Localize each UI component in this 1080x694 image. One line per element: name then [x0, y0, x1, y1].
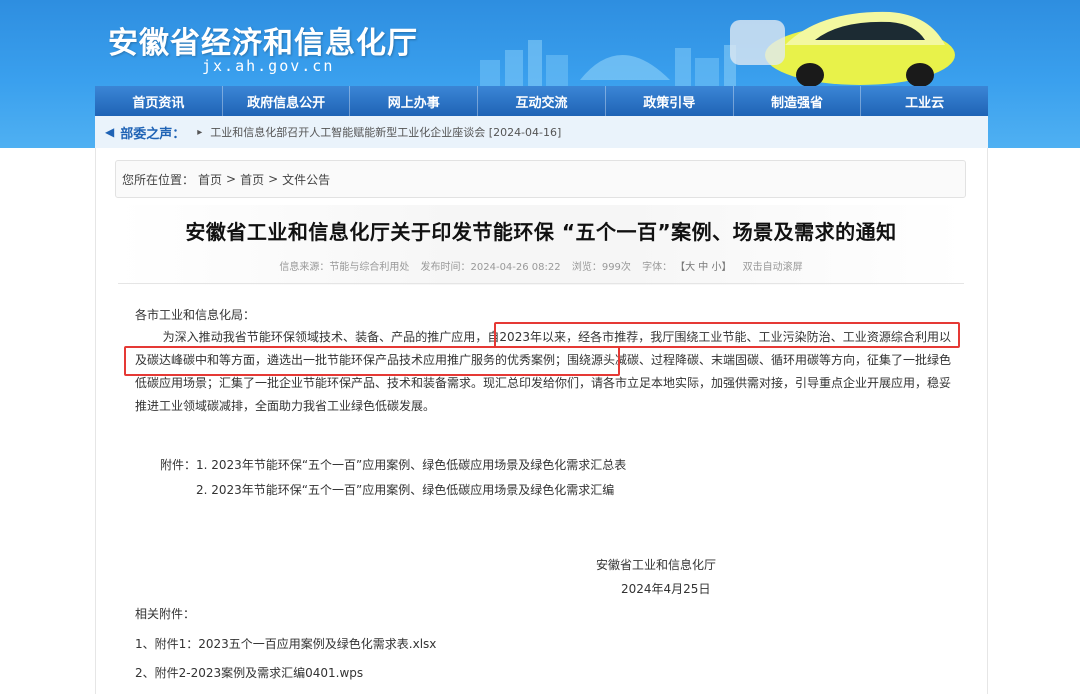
attachments-label: 附件： — [160, 458, 197, 472]
car-graphic — [730, 11, 955, 87]
attachments-line-1: 附件：1. 2023年节能环保“五个一百”应用案例、绿色低碳应用场景及绿色化需求… — [160, 456, 626, 473]
nav-item-home-news[interactable]: 首页资讯 — [95, 86, 223, 116]
breadcrumb-current[interactable]: 文件公告 — [282, 171, 330, 188]
breadcrumb-separator: > — [268, 172, 279, 186]
meta-source: 信息来源：节能与综合利用处 — [279, 262, 410, 273]
related-attachments-label: 相关附件： — [135, 607, 196, 621]
breadcrumb-prefix: 您所在位置： — [122, 172, 195, 187]
breadcrumb-separator: > — [226, 172, 237, 186]
attachment-1-text: 1. 2023年节能环保“五个一百”应用案例、绿色低碳应用场景及绿色化需求汇总表 — [196, 458, 627, 472]
article-title: 安徽省工业和信息化厅关于印发节能环保 “五个一百”案例、场景及需求的通知 — [185, 220, 897, 244]
attachment-2-text: 2. 2023年节能环保“五个一百”应用案例、绿色低碳应用场景及绿色化需求汇编 — [196, 483, 615, 497]
notice-label: 部委之声： — [120, 126, 186, 142]
nav-item-policy[interactable]: 政策引导 — [606, 86, 734, 116]
meta-published: 发布时间：2024-04-26 08:22 — [420, 262, 561, 273]
nav-item-industry-cloud[interactable]: 工业云 — [861, 86, 988, 116]
nav-item-interaction[interactable]: 互动交流 — [478, 86, 606, 116]
site-domain: jx.ah.gov.cn — [202, 57, 335, 75]
nav-item-online-services[interactable]: 网上办事 — [350, 86, 479, 116]
site-title: 安徽省经济和信息化厅 — [108, 26, 418, 61]
nav-item-gov-info[interactable]: 政府信息公开 — [223, 86, 351, 116]
meta-font-label: 字体： — [642, 262, 673, 273]
meta-auto-scroll: 双击自动滚屏 — [742, 262, 803, 273]
breadcrumb-home-link-2[interactable]: 首页 — [240, 171, 264, 188]
breadcrumb-home-link[interactable]: 首页 — [198, 171, 222, 188]
highlight-box — [124, 346, 620, 376]
related-attachment-link-2[interactable]: 2、附件2-2023案例及需求汇编0401.wps — [135, 664, 363, 681]
breadcrumb: 您所在位置： 首页 > 首页 > 文件公告 — [115, 160, 966, 198]
city-skyline-graphic — [480, 40, 736, 90]
sign-org: 安徽省工业和信息化厅 — [596, 558, 717, 572]
notice-link[interactable]: 工业和信息化部召开人工智能赋能新型工业化企业座谈会 [2024-04-16] — [210, 124, 561, 140]
notice-bar: ◀ 部委之声： ▸ 工业和信息化部召开人工智能赋能新型工业化企业座谈会 [202… — [95, 116, 988, 148]
related-attachment-link-1[interactable]: 1、附件1：2023五个一百应用案例及绿色化需求表.xlsx — [135, 635, 436, 652]
main-nav: 首页资讯 政府信息公开 网上办事 互动交流 政策引导 制造强省 工业云 — [95, 86, 988, 116]
font-size-control[interactable]: 【大 中 小】 — [680, 262, 731, 273]
nav-item-manufacturing[interactable]: 制造强省 — [734, 86, 862, 116]
speaker-icon: ◀ — [105, 125, 115, 139]
title-divider — [118, 283, 964, 284]
highlight-box — [494, 322, 960, 348]
chevron-right-icon: ▸ — [197, 126, 203, 138]
meta-views: 浏览：999次 — [571, 262, 631, 273]
sign-date: 2024年4月25日 — [621, 582, 711, 596]
salutation: 各市工业和信息化局： — [135, 308, 256, 322]
article-meta: 信息来源：节能与综合利用处 发布时间：2024-04-26 08:22 浏览：9… — [118, 258, 964, 273]
